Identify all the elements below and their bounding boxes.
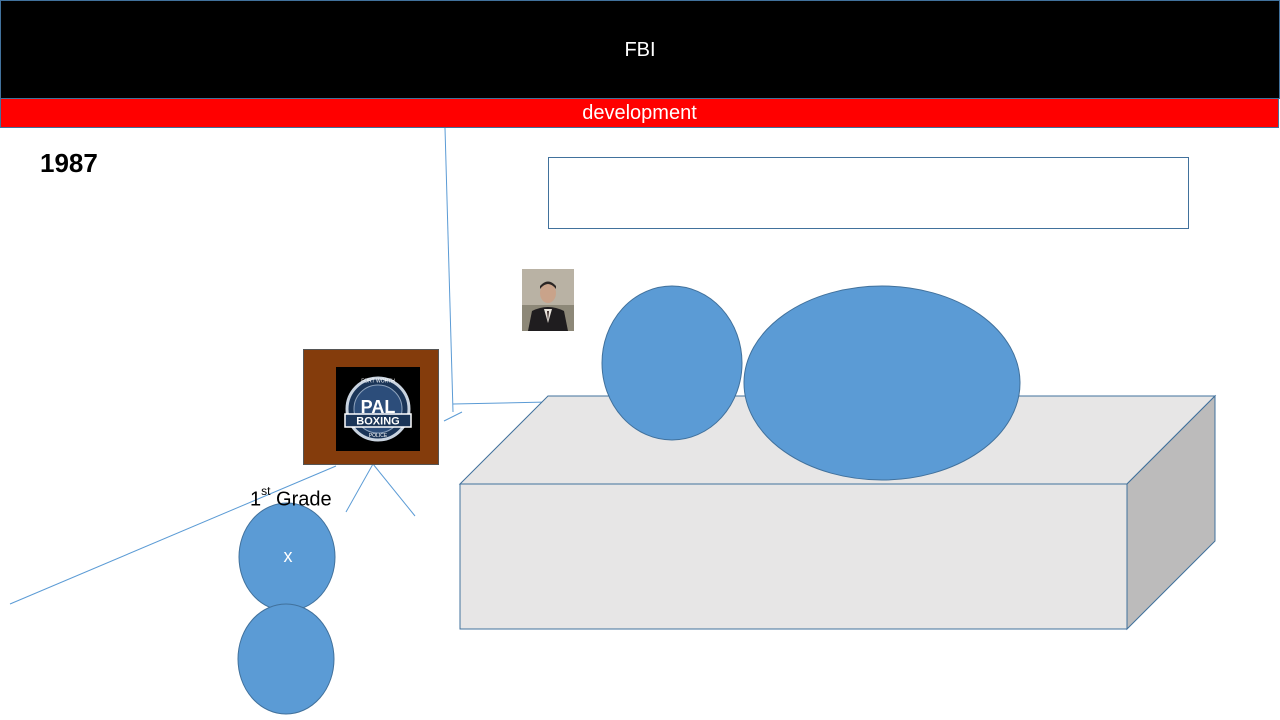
- small-ellipse: [601, 285, 743, 441]
- grade-word: Grade: [276, 488, 332, 511]
- circle-x-mark: x: [283, 546, 293, 566]
- connector-line: [444, 127, 454, 413]
- grade-label: 1st Grade: [250, 484, 332, 512]
- pal-boxing-logo: FORT WORTH PAL BOXING POLICE: [336, 367, 420, 451]
- grade-suffix: st: [261, 484, 271, 498]
- connector-line: [452, 401, 549, 405]
- large-ellipse: [743, 285, 1021, 481]
- portrait-photo: [522, 269, 574, 331]
- logo-sub-text: BOXING: [356, 416, 399, 428]
- grade-number: 1: [250, 488, 262, 511]
- body-ellipse: [237, 603, 335, 715]
- box-front-face: [459, 483, 1128, 630]
- logo-bottom-text: POLICE: [369, 433, 388, 439]
- connector-line: [443, 411, 463, 422]
- logo-top-text: FORT WORTH: [361, 379, 395, 385]
- connector-line: [372, 463, 416, 517]
- connector-line: [345, 463, 374, 513]
- diagram-canvas: [9, 127, 1217, 715]
